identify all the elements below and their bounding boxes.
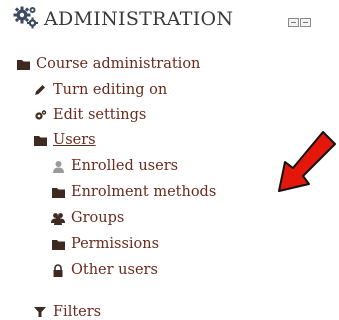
folder-icon bbox=[51, 237, 65, 251]
tree-item-filters[interactable]: Filters bbox=[33, 300, 101, 320]
tree-item-turn-editing-on[interactable]: Turn editing on bbox=[33, 78, 167, 102]
folder-icon bbox=[16, 57, 30, 71]
filter-icon bbox=[33, 305, 47, 319]
tree-item-label: Groups bbox=[71, 209, 125, 226]
tree-item-label: Course administration bbox=[36, 55, 201, 72]
block-title: ADMINISTRATION bbox=[44, 8, 234, 30]
tree-item-course-administration[interactable]: Course administration bbox=[16, 52, 200, 76]
user-icon bbox=[51, 159, 65, 173]
tree-item-label: Users bbox=[53, 131, 96, 148]
block-controls[interactable] bbox=[288, 12, 314, 27]
tree-item-other-users[interactable]: Other users bbox=[51, 258, 158, 282]
tree-item-enrolled-users[interactable]: Enrolled users bbox=[51, 154, 178, 178]
collapse-icon[interactable] bbox=[300, 18, 311, 27]
users-icon bbox=[51, 211, 65, 225]
tree-item-label: Edit settings bbox=[53, 106, 147, 123]
gears-icon bbox=[13, 4, 39, 30]
tree-item-permissions[interactable]: Permissions bbox=[51, 232, 159, 256]
red-arrow-annotation bbox=[273, 128, 339, 194]
folder-icon bbox=[51, 185, 65, 199]
folder-icon bbox=[33, 133, 47, 147]
lock-icon bbox=[51, 263, 65, 277]
tree-item-enrolment-methods[interactable]: Enrolment methods bbox=[51, 180, 216, 204]
tree-item-label: Enrolment methods bbox=[71, 183, 217, 200]
tree-item-label: Other users bbox=[71, 261, 158, 278]
tree-item-label: Enrolled users bbox=[71, 157, 179, 174]
cog-icon bbox=[33, 108, 47, 122]
tree-item-label: Filters bbox=[53, 303, 102, 320]
tree-item-label: Turn editing on bbox=[53, 81, 168, 98]
pencil-icon bbox=[33, 83, 47, 97]
administration-block-header: ADMINISTRATION bbox=[0, 0, 339, 40]
tree-item-label: Permissions bbox=[71, 235, 160, 252]
tree-item-users[interactable]: Users bbox=[33, 128, 96, 152]
tree-item-groups[interactable]: Groups bbox=[51, 206, 124, 230]
dock-icon[interactable] bbox=[288, 18, 299, 27]
tree-item-edit-settings[interactable]: Edit settings bbox=[33, 103, 146, 127]
